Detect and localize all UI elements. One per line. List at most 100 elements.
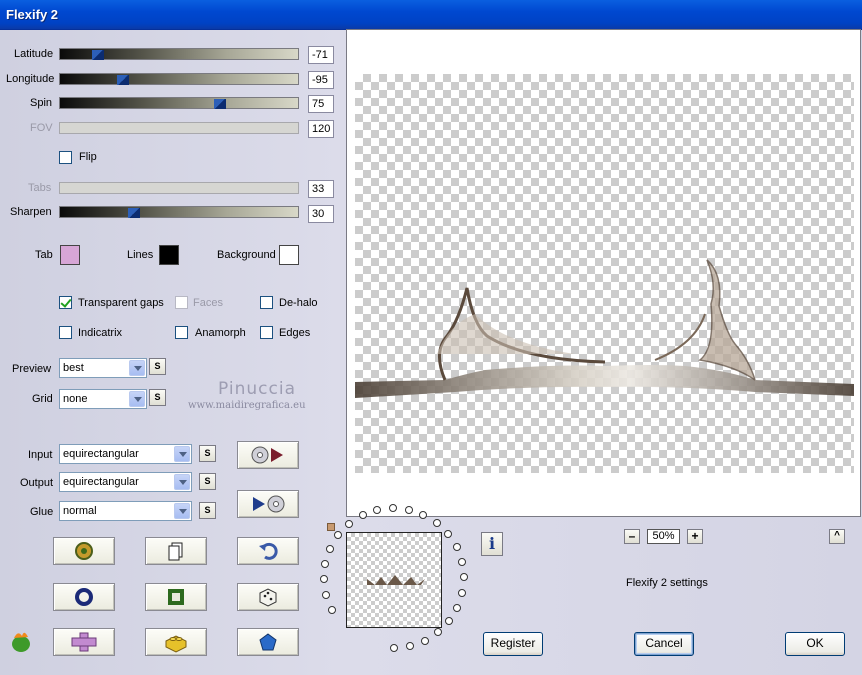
zoom-out-button[interactable]: – — [624, 529, 640, 544]
navigator-render — [367, 575, 425, 585]
chevron-down-icon[interactable] — [129, 360, 145, 376]
spin-value[interactable]: 75 — [308, 95, 334, 113]
cancel-button[interactable]: Cancel — [634, 632, 694, 656]
dial-dot[interactable] — [405, 506, 413, 514]
ring-button[interactable] — [53, 583, 115, 611]
edges-label: Edges — [279, 327, 311, 339]
preview-image — [355, 74, 854, 473]
latitude-value[interactable]: -71 — [308, 46, 334, 64]
grid-select[interactable]: none — [59, 389, 147, 409]
undo-button[interactable] — [237, 537, 299, 565]
fov-value[interactable]: 120 — [308, 120, 334, 138]
dial-dot[interactable] — [421, 637, 429, 645]
longitude-slider[interactable] — [59, 73, 299, 85]
chevron-down-icon[interactable] — [174, 446, 190, 462]
glue-select[interactable]: normal — [59, 501, 192, 521]
sharpen-thumb[interactable] — [128, 208, 140, 218]
latitude-label: Latitude — [14, 48, 54, 60]
input-label: Input — [28, 449, 53, 461]
longitude-label: Longitude — [6, 73, 55, 85]
chevron-down-icon[interactable] — [129, 391, 145, 407]
preview-select[interactable]: best — [59, 358, 147, 378]
grid-s-button[interactable]: S — [149, 389, 166, 406]
sharpen-slider[interactable] — [59, 206, 299, 218]
input-select-value: equirectangular — [63, 448, 139, 460]
dial-dot[interactable] — [334, 531, 342, 539]
lines-color-swatch[interactable] — [159, 245, 179, 265]
info-button[interactable]: i — [481, 532, 503, 556]
fov-label: FOV — [30, 122, 53, 134]
dialog-client: Latitude -71 Longitude -95 Spin 75 FOV 1… — [0, 29, 862, 675]
indicatrix-checkbox[interactable] — [59, 326, 72, 339]
zoom-in-button[interactable]: + — [687, 529, 703, 544]
navigator-handle[interactable] — [327, 523, 335, 531]
dial-dot[interactable] — [320, 575, 328, 583]
dice-button[interactable] — [237, 583, 299, 611]
dial-dot[interactable] — [453, 604, 461, 612]
latitude-slider[interactable] — [59, 48, 299, 60]
dial-dot[interactable] — [406, 642, 414, 650]
sharpen-value[interactable]: 30 — [308, 205, 334, 223]
anamorph-checkbox[interactable] — [175, 326, 188, 339]
dial-dot[interactable] — [460, 573, 468, 581]
save-preset-button[interactable] — [237, 490, 299, 518]
dial-dot[interactable] — [373, 506, 381, 514]
dial-dot[interactable] — [328, 606, 336, 614]
copy-button[interactable] — [145, 537, 207, 565]
ok-button[interactable]: OK — [785, 632, 845, 656]
output-select[interactable]: equirectangular — [59, 472, 192, 492]
dial-dot[interactable] — [433, 519, 441, 527]
register-button[interactable]: Register — [483, 632, 543, 656]
dial-dot[interactable] — [326, 545, 334, 553]
navigator-thumbnail[interactable] — [346, 532, 442, 628]
dial-dot[interactable] — [458, 558, 466, 566]
dial-dot[interactable] — [390, 644, 398, 652]
longitude-value[interactable]: -95 — [308, 71, 334, 89]
dial-dot[interactable] — [453, 543, 461, 551]
spin-thumb[interactable] — [214, 99, 226, 109]
longitude-thumb[interactable] — [117, 75, 129, 85]
collapse-button[interactable]: ^ — [829, 529, 845, 544]
dial-dot[interactable] — [345, 520, 353, 528]
chevron-down-icon[interactable] — [174, 474, 190, 490]
dial-dot[interactable] — [458, 589, 466, 597]
lines-color-label: Lines — [127, 249, 154, 261]
load-preset-button[interactable] — [237, 441, 299, 469]
lego-brick-button[interactable] — [145, 628, 207, 656]
background-color-swatch[interactable] — [279, 245, 299, 265]
square-button[interactable] — [145, 583, 207, 611]
glue-s-button[interactable]: S — [199, 502, 216, 519]
tabs-label: Tabs — [28, 182, 52, 194]
dial-dot[interactable] — [359, 511, 367, 519]
flip-checkbox[interactable] — [59, 151, 72, 164]
latitude-thumb[interactable] — [92, 50, 104, 60]
preview-s-button[interactable]: S — [149, 358, 166, 375]
info-icon: i — [488, 534, 496, 553]
tabs-value[interactable]: 33 — [308, 180, 334, 198]
dial-dot[interactable] — [322, 591, 330, 599]
chevron-up-icon: ^ — [834, 530, 840, 541]
dial-dot[interactable] — [389, 504, 397, 512]
input-select[interactable]: equirectangular — [59, 444, 192, 464]
dial-dot[interactable] — [444, 530, 452, 538]
pentagon-button[interactable] — [237, 628, 299, 656]
output-label: Output — [20, 477, 54, 489]
randomize-button[interactable] — [53, 537, 115, 565]
output-s-button[interactable]: S — [199, 473, 216, 490]
anamorph-label: Anamorph — [195, 327, 246, 339]
dial-dot[interactable] — [419, 511, 427, 519]
dial-dot[interactable] — [321, 560, 329, 568]
dial-dot[interactable] — [434, 628, 442, 636]
transparent-gaps-label: Transparent gaps — [78, 297, 164, 309]
de-halo-checkbox[interactable] — [260, 296, 273, 309]
transparent-gaps-checkbox[interactable] — [59, 296, 72, 309]
input-s-button[interactable]: S — [199, 445, 216, 462]
plus-shape-button[interactable] — [53, 628, 115, 656]
chevron-down-icon[interactable] — [174, 503, 190, 519]
dial-dot[interactable] — [445, 617, 453, 625]
edges-checkbox[interactable] — [260, 326, 273, 339]
spin-slider[interactable] — [59, 97, 299, 109]
tab-color-swatch[interactable] — [60, 245, 80, 265]
watermark-url: www.maidiregrafica.eu — [188, 400, 306, 411]
preview-canvas[interactable] — [346, 29, 861, 517]
